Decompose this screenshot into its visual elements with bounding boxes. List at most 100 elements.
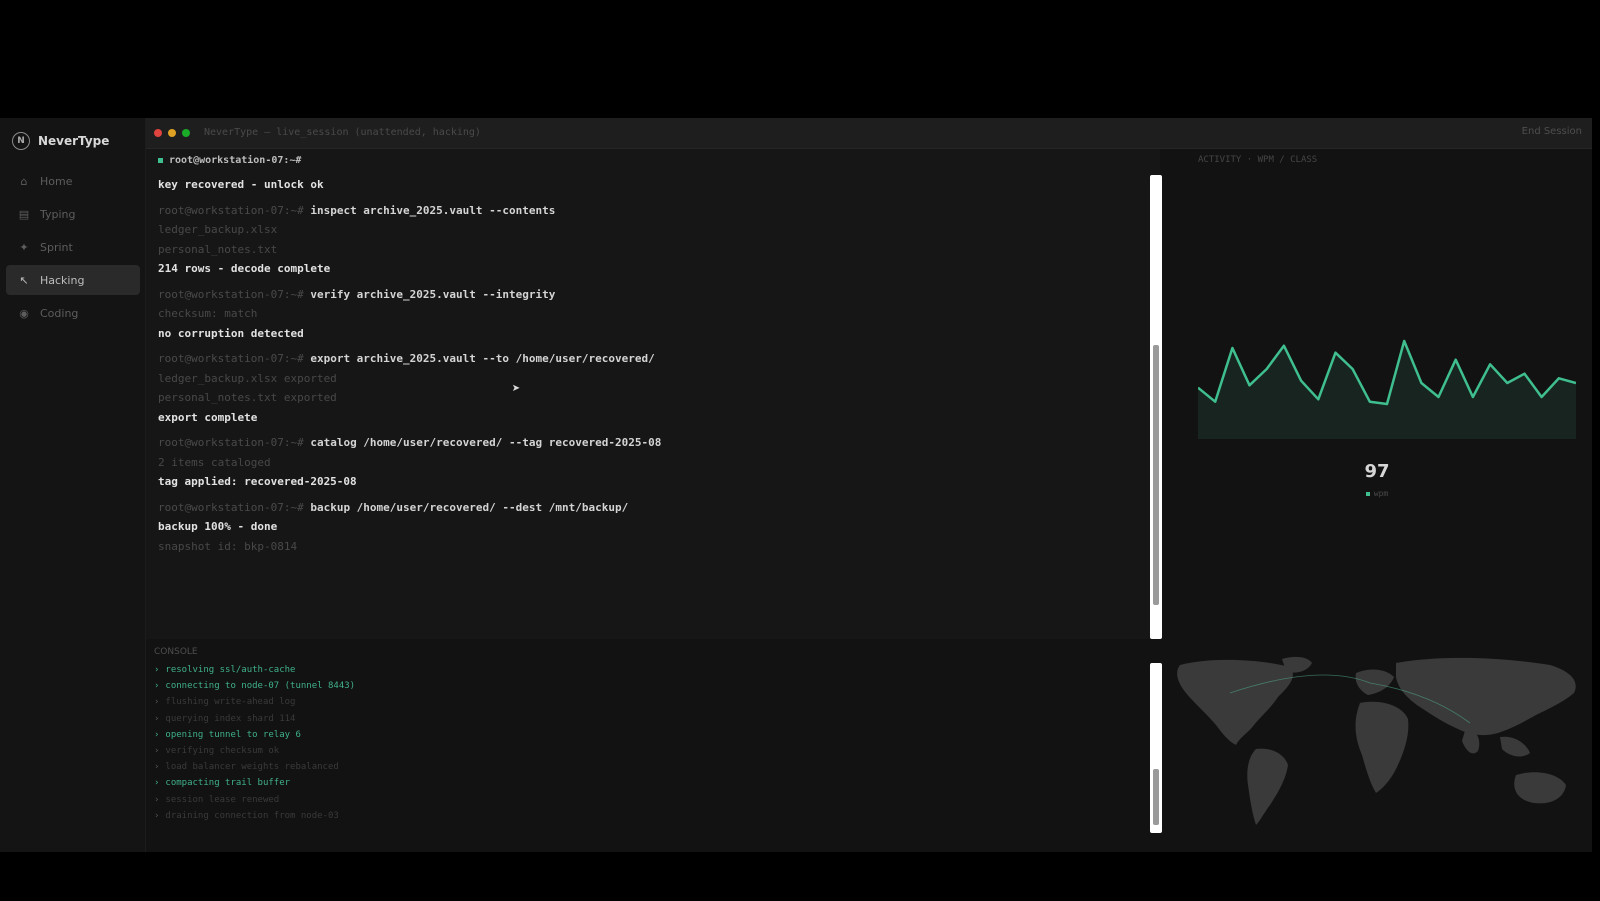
terminal-scrollbar[interactable] xyxy=(1150,175,1162,639)
terminal-line-text: snapshot id: bkp-0814 xyxy=(158,539,298,553)
map-europe xyxy=(1355,669,1394,695)
console-line: › compacting trail buffer xyxy=(154,775,355,791)
activity-panel: ACTIVITY · WPM / CLASS 97 wpm xyxy=(1162,149,1592,639)
console-line: › flushing write-ahead log xyxy=(154,694,355,710)
code-icon: ◉ xyxy=(19,306,29,320)
maximize-window-button[interactable] xyxy=(182,129,190,137)
end-session-button[interactable]: End Session xyxy=(1521,126,1582,137)
console-scrollbar-thumb[interactable] xyxy=(1153,769,1159,825)
console-line-text: querying index shard 114 xyxy=(165,713,296,724)
terminal-prompt: root@workstation-07:~# xyxy=(158,500,311,514)
terminal-line-text: tag applied: recovered-2025-08 xyxy=(158,475,357,488)
terminal-panel[interactable]: root@workstation-07:~# key recovered - u… xyxy=(146,149,1162,639)
terminal-command-line: root@workstation-07:~# catalog /home/use… xyxy=(158,433,1138,453)
world-map xyxy=(1177,656,1576,825)
keyboard-icon: ▤ xyxy=(18,207,30,221)
terminal-icon: ↖ xyxy=(19,273,29,287)
console-line-text: draining connection from node-03 xyxy=(165,810,339,821)
terminal-line-text: catalog /home/user/recovered/ --tag reco… xyxy=(310,436,662,449)
activity-label: ACTIVITY · WPM / CLASS xyxy=(1198,155,1318,165)
terminal-output-line: 214 rows - decode complete xyxy=(158,259,1138,279)
terminal-line-text: inspect archive_2025.vault --contents xyxy=(310,203,556,217)
chart-area-fill xyxy=(1198,341,1576,439)
terminal-header-text: root@workstation-07:~# xyxy=(169,155,302,166)
terminal-line-text: checksum: match xyxy=(158,307,258,320)
terminal-line-text: 214 rows - decode complete xyxy=(158,262,331,275)
app-window: N NeverType ⌂ Home ▤ Typing ✦ Sprint ↖ Hacking ◉… xyxy=(0,118,1592,852)
terminal-command-line: root@workstation-07:~# export archive_20… xyxy=(158,349,1138,369)
console-line-text: compacting trail buffer xyxy=(165,778,291,789)
console-scrollbar[interactable] xyxy=(1150,663,1162,833)
console-line: › session lease renewed xyxy=(154,792,355,808)
console-line: › resolving ssl/auth-cache xyxy=(154,662,355,678)
map-greenland xyxy=(1282,656,1312,673)
chart-legend: wpm xyxy=(1162,489,1592,498)
terminal-line-text: backup 100% - done xyxy=(158,520,278,533)
terminal-prompt: root@workstation-07:~# xyxy=(158,352,311,365)
chevron-right-icon: › xyxy=(154,665,160,675)
console-line-text: connecting to node-07 (tunnel 8443) xyxy=(165,681,356,692)
logo-icon: N xyxy=(12,132,30,150)
terminal-prompt: root@workstation-07:~# xyxy=(158,203,311,217)
sidebar-item-sprint[interactable]: ✦ Sprint xyxy=(6,232,140,262)
terminal-command-line: root@workstation-07:~# verify archive_20… xyxy=(158,285,1138,305)
chevron-right-icon: › xyxy=(154,713,160,724)
chevron-right-icon: › xyxy=(154,810,160,821)
terminal-output-line: backup 100% - done xyxy=(158,517,1138,537)
chevron-right-icon: › xyxy=(154,729,160,740)
console-label: CONSOLE xyxy=(154,647,198,657)
terminal-line-text: ledger_backup.xlsx xyxy=(158,223,278,236)
terminal-line-text: key recovered - unlock ok xyxy=(158,178,324,191)
console-line: › connecting to node-07 (tunnel 8443) xyxy=(154,678,355,694)
bolt-icon: ✦ xyxy=(19,240,29,254)
terminal-prompt: root@workstation-07:~# xyxy=(158,436,311,449)
terminal-output-line: no corruption detected xyxy=(158,324,1138,344)
terminal-header: root@workstation-07:~# xyxy=(158,155,301,166)
console-line: › querying index shard 114 xyxy=(154,711,355,727)
terminal-scrollbar-thumb[interactable] xyxy=(1153,345,1159,605)
sidebar-item-typing[interactable]: ▤ Typing xyxy=(6,199,140,229)
map-africa xyxy=(1355,701,1409,793)
sidebar-item-home[interactable]: ⌂ Home xyxy=(6,166,140,196)
sidebar-item-label: Hacking xyxy=(40,273,85,287)
terminal-output-line: personal_notes.txt exported xyxy=(158,388,1138,408)
console-line-text: session lease renewed xyxy=(165,794,280,805)
console-output: › resolving ssl/auth-cache › connecting to … xyxy=(154,662,355,824)
terminal-output: key recovered - unlock ok root@workstatio… xyxy=(158,175,1138,556)
sidebar-item-label: Coding xyxy=(40,306,79,320)
chevron-right-icon: › xyxy=(154,778,160,789)
map-north-america xyxy=(1177,659,1293,745)
terminal-output-line: 2 items cataloged xyxy=(158,453,1138,473)
terminal-output-line: tag applied: recovered-2025-08 xyxy=(158,472,1138,492)
terminal-output-line: ledger_backup.xlsx xyxy=(158,220,1138,240)
terminal-output-line: export complete xyxy=(158,408,1138,428)
sidebar-item-coding[interactable]: ◉ Coding xyxy=(6,298,140,328)
terminal-line-text: personal_notes.txt exported xyxy=(158,391,337,404)
sidebar-item-hacking[interactable]: ↖ Hacking xyxy=(6,265,140,295)
terminal-line-text: export archive_2025.vault --to /home/use… xyxy=(310,352,655,365)
window-controls xyxy=(154,129,190,137)
legend-label: wpm xyxy=(1373,489,1389,498)
sidebar-item-label: Sprint xyxy=(40,240,73,254)
console-line-text: flushing write-ahead log xyxy=(165,697,296,708)
minimize-window-button[interactable] xyxy=(168,129,176,137)
terminal-prompt: root@workstation-07:~# xyxy=(158,287,311,301)
terminal-line-text: no corruption detected xyxy=(158,326,304,340)
console-line-text: verifying checksum ok xyxy=(165,746,280,757)
sidebar: N NeverType ⌂ Home ▤ Typing ✦ Sprint ↖ Hacking ◉… xyxy=(0,118,146,852)
chevron-right-icon: › xyxy=(154,697,160,708)
wpm-value: 97 xyxy=(1364,461,1390,482)
terminal-line-text: personal_notes.txt xyxy=(158,242,278,256)
terminal-command-line: root@workstation-07:~# backup /home/user… xyxy=(158,498,1138,518)
map-se-asia xyxy=(1500,736,1530,757)
mouse-cursor-icon: ➤ xyxy=(512,381,521,397)
brand[interactable]: N NeverType xyxy=(12,132,109,150)
terminal-output-line: personal_notes.txt xyxy=(158,240,1138,260)
window-title: NeverType — live_session (unattended, ha… xyxy=(204,127,481,138)
terminal-line-text: export complete xyxy=(158,410,258,424)
terminal-line-text: backup /home/user/recovered/ --dest /mnt… xyxy=(310,500,629,514)
terminal-output-line: snapshot id: bkp-0814 xyxy=(158,537,1138,557)
close-window-button[interactable] xyxy=(154,129,162,137)
chevron-right-icon: › xyxy=(154,794,160,805)
console-line-text: opening tunnel to relay 6 xyxy=(165,729,301,740)
